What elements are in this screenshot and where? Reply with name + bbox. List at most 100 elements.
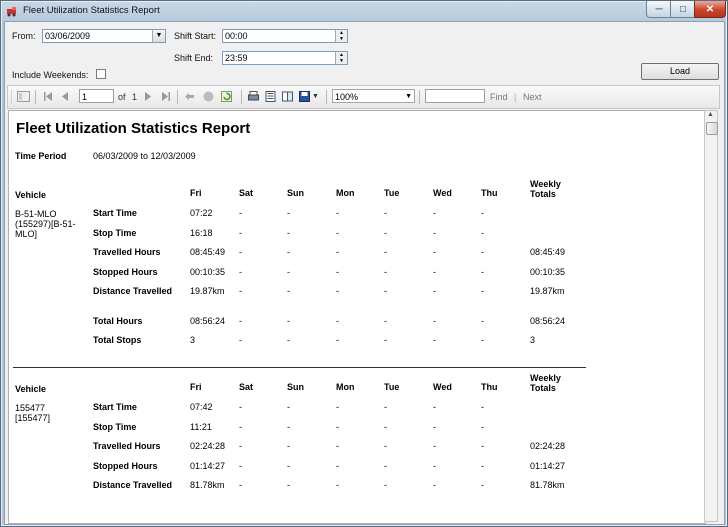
toolbar-separator <box>177 90 178 104</box>
load-button[interactable]: Load <box>641 63 719 80</box>
cell-value: 07:42 <box>190 402 213 412</box>
weekly-total-value: 02:24:28 <box>530 441 566 451</box>
row-label: Stopped Hours <box>93 460 158 471</box>
cell-value: - <box>384 266 387 277</box>
minimize-button[interactable]: ─ <box>646 1 672 18</box>
weekly-totals-header: Totals <box>530 189 556 199</box>
cell-value: - <box>384 227 387 238</box>
cell-value: - <box>239 315 242 326</box>
document-map-icon[interactable] <box>17 91 30 102</box>
refresh-icon[interactable] <box>221 91 232 102</box>
chevron-down-icon[interactable]: ▼ <box>405 90 412 104</box>
from-label: From: <box>12 31 36 41</box>
cell-value: - <box>481 208 484 218</box>
cell-value: - <box>287 247 290 257</box>
toolbar-separator <box>35 90 36 104</box>
stop-icon[interactable] <box>203 91 214 102</box>
cell-value: - <box>384 402 387 412</box>
next-button[interactable]: Next <box>523 90 542 104</box>
cell-value: - <box>287 286 290 296</box>
find-button[interactable]: Find <box>490 90 508 104</box>
row-label: Total Stops <box>93 335 142 345</box>
cell-value: - <box>287 315 290 326</box>
zoom-value: 100% <box>335 92 359 102</box>
zoom-select[interactable]: 100% ▼ <box>332 89 415 103</box>
spin-down-icon[interactable]: ▼ <box>336 36 347 42</box>
cell-value: - <box>481 315 484 326</box>
export-dropdown-icon[interactable]: ▼ <box>312 90 319 104</box>
cell-value: - <box>287 208 290 218</box>
back-icon[interactable] <box>184 91 195 102</box>
print-layout-icon[interactable] <box>265 91 276 102</box>
find-input[interactable] <box>425 89 485 103</box>
chevron-down-icon[interactable]: ▼ <box>152 30 165 42</box>
total-pages: 1 <box>132 92 138 102</box>
cell-value: - <box>336 227 339 238</box>
cell-value: 81.78km <box>190 480 225 490</box>
vehicle-name: [155477] <box>15 413 51 423</box>
weekly-totals-header: Weekly <box>530 179 561 189</box>
include-weekends-checkbox[interactable] <box>96 69 106 79</box>
print-icon[interactable] <box>248 91 259 102</box>
export-icon[interactable] <box>299 91 310 102</box>
row-label: Distance Travelled <box>93 286 173 296</box>
time-period-value: 06/03/2009 to 12/03/2009 <box>93 151 196 161</box>
first-page-icon[interactable] <box>43 91 54 102</box>
toolbar-grip <box>11 90 12 104</box>
maximize-button[interactable]: □ <box>670 1 696 18</box>
shift-start-spinner[interactable]: ▲ ▼ <box>335 30 347 42</box>
shift-end-spinner[interactable]: ▲ ▼ <box>335 52 347 64</box>
cell-value: - <box>336 421 339 432</box>
cell-value: - <box>481 286 484 296</box>
page-setup-icon[interactable] <box>282 91 293 102</box>
vehicle-name: MLO] <box>15 229 38 239</box>
cell-value: - <box>336 335 339 345</box>
cell-value: - <box>336 208 339 218</box>
report-viewer: Fleet Utilization Statistics Report Time… <box>8 110 706 524</box>
shift-start-field[interactable]: 00:00 ▲ ▼ <box>222 29 348 43</box>
shift-end-label: Shift End: <box>174 53 214 63</box>
weekly-totals-header: Totals <box>530 383 556 393</box>
cell-value: - <box>433 266 436 277</box>
cell-value: - <box>239 335 242 345</box>
cell-value: - <box>287 335 290 345</box>
day-header-sat: Sat <box>239 188 254 198</box>
cell-value: 08:56:24 <box>190 315 226 326</box>
row-label: Travelled Hours <box>93 441 161 451</box>
cell-value: - <box>433 421 436 432</box>
find-next-separator: | <box>514 92 517 102</box>
day-header-fri: Fri <box>190 382 202 392</box>
vehicle-name: B-51-MLO <box>15 209 57 219</box>
next-page-icon[interactable] <box>142 91 153 102</box>
report-title: Fleet Utilization Statistics Report <box>16 120 251 137</box>
toolbar-separator <box>326 90 327 104</box>
spin-down-icon[interactable]: ▼ <box>336 58 347 64</box>
cell-value: - <box>239 421 242 432</box>
cell-value: - <box>336 266 339 277</box>
shift-end-field[interactable]: 23:59 ▲ ▼ <box>222 51 348 65</box>
cell-value: - <box>481 421 484 432</box>
title-bar: Fleet Utilization Statistics Report ─ □ … <box>1 1 728 21</box>
scrollbar-thumb[interactable] <box>706 122 718 135</box>
scroll-up-icon[interactable]: ▲ <box>707 111 714 118</box>
row-label: Travelled Hours <box>93 247 161 257</box>
row-label: Stopped Hours <box>93 266 158 277</box>
day-header-tue: Tue <box>384 188 400 198</box>
day-header-wed: Wed <box>433 382 452 392</box>
cell-value: - <box>481 441 484 451</box>
last-page-icon[interactable] <box>160 91 171 102</box>
from-date-picker[interactable]: 03/06/2009 ▼ <box>42 29 166 43</box>
cell-value: - <box>239 460 242 471</box>
page-number-input[interactable]: 1 <box>79 89 114 103</box>
app-window: Fleet Utilization Statistics Report ─ □ … <box>0 0 728 527</box>
maximize-icon: □ <box>679 3 687 15</box>
close-button[interactable]: ✕ <box>694 1 726 18</box>
window-title: Fleet Utilization Statistics Report <box>23 5 160 16</box>
day-header-tue: Tue <box>384 382 400 392</box>
previous-page-icon[interactable] <box>60 91 71 102</box>
cell-value: - <box>239 208 242 218</box>
report-scrollbar[interactable]: ▲ <box>704 110 718 522</box>
toolbar-separator <box>419 90 420 104</box>
cell-value: - <box>287 460 290 471</box>
cell-value: - <box>481 227 484 238</box>
